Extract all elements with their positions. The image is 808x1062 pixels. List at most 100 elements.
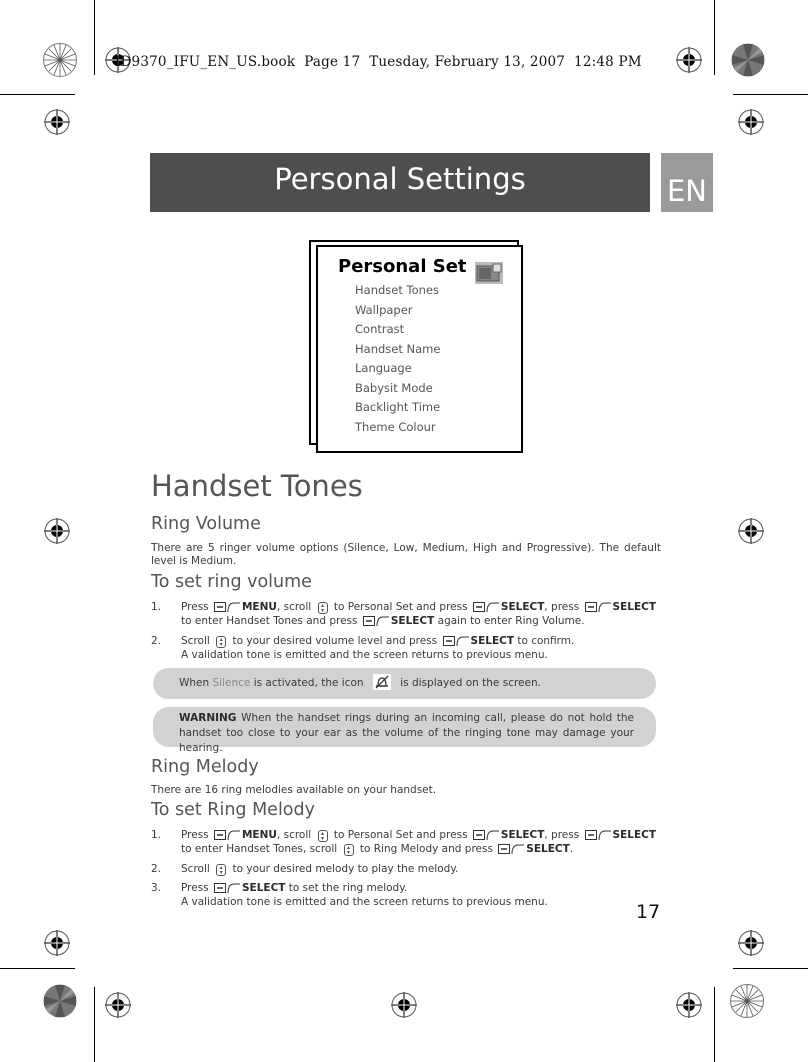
- crop-line: [0, 94, 75, 95]
- registration-mark-icon: [738, 518, 764, 544]
- registration-mark-icon: [738, 930, 764, 956]
- registration-mark-icon: [105, 992, 131, 1018]
- text: to your desired melody to play the melod…: [232, 863, 459, 875]
- text: , press: [544, 601, 580, 613]
- text: again to enter Ring Volume.: [437, 615, 585, 627]
- silence-bell-icon: [372, 674, 391, 690]
- ring-volume-heading: Ring Volume: [151, 514, 261, 534]
- text: When: [179, 677, 210, 689]
- menu-item-theme-colour: Theme Colour: [355, 419, 436, 434]
- text: to Personal Set and press: [333, 601, 468, 613]
- ring-melody-step: 2. Scroll ▴ ▾ to your desired melody to p…: [151, 862, 661, 878]
- color-target-icon: [731, 43, 765, 77]
- ring-volume-description: There are 5 ringer volume options (Silen…: [151, 542, 661, 567]
- step-text: Scroll ▴ ▾ to your desired melody to play…: [181, 862, 661, 876]
- ring-volume-step: 2. Scroll ▴ ▾ to your desired volume leve…: [151, 634, 661, 664]
- menu-list: Handset Tones Wallpaper Contrast Handset…: [355, 281, 440, 437]
- scroll-updown-icon: ▴ ▾: [317, 602, 328, 614]
- menu-item-contrast: Contrast: [355, 322, 405, 336]
- silence-highlight: Silence: [212, 677, 251, 689]
- crop-line: [733, 968, 808, 969]
- step-text: Scroll ▴ ▾ to your desired volume level a…: [181, 634, 661, 662]
- menu-screen: Personal Set Handset Tones Wallpaper Con…: [316, 245, 523, 453]
- crop-line: [714, 0, 715, 75]
- text: is displayed on the screen.: [400, 677, 541, 689]
- crop-line: [733, 94, 808, 95]
- registration-mark-icon: [44, 518, 70, 544]
- silence-note: When Silence is activated, the icon is d…: [153, 668, 656, 699]
- select-key-label: SELECT: [241, 882, 286, 894]
- menu-item-handset-tones: Handset Tones: [355, 283, 439, 297]
- crop-line: [94, 0, 95, 75]
- color-target-icon: [43, 984, 77, 1018]
- step-text: Press MENU, scroll ▴ ▾ to Personal Set an…: [181, 828, 661, 856]
- menu-item-babysit-mode: Babysit Mode: [355, 380, 433, 395]
- step-text: Press MENU, scroll ▴ ▾ to Personal Set an…: [181, 600, 661, 628]
- select-key-label: SELECT: [500, 829, 545, 841]
- select-key-label: SELECT: [470, 635, 514, 647]
- page-number: 17: [636, 901, 661, 923]
- left-softkey-icon: [472, 830, 499, 840]
- starburst-target-icon: [43, 43, 77, 77]
- select-key-label: SELECT: [390, 615, 435, 627]
- text: Press: [181, 882, 209, 894]
- text: Press: [181, 829, 209, 841]
- step-number: 1.: [151, 601, 162, 613]
- left-softkey-icon: [213, 602, 240, 612]
- scroll-updown-icon: ▴ ▾: [343, 844, 354, 856]
- step-number: 2.: [151, 863, 162, 875]
- text: to enter Handset Tones, scroll: [181, 843, 338, 855]
- left-softkey-icon: [362, 616, 389, 626]
- step-number: 2.: [151, 635, 162, 647]
- menu-key-label: MENU: [241, 829, 277, 841]
- registration-mark-icon: [44, 109, 70, 135]
- ring-volume-step: 1. Press MENU, scroll ▴ ▾ to Personal Set…: [151, 600, 661, 630]
- ring-melody-step: 3. Press SELECT to set the ring melody. …: [151, 881, 661, 911]
- left-softkey-icon: [472, 602, 499, 612]
- text: Scroll: [181, 635, 210, 647]
- step-number: 3.: [151, 882, 162, 894]
- text: to Ring Melody and press: [359, 843, 493, 855]
- text: to confirm.: [517, 635, 575, 647]
- scroll-updown-icon: ▴ ▾: [317, 830, 328, 842]
- text: to Personal Set and press: [333, 829, 468, 841]
- left-softkey-icon: [584, 830, 611, 840]
- text: , press: [544, 829, 580, 841]
- crop-line: [94, 987, 95, 1062]
- left-softkey-icon: [213, 830, 240, 840]
- text: Press: [181, 601, 209, 613]
- book-file-header: ID9370_IFU_EN_US.book Page 17 Tuesday, F…: [115, 54, 642, 70]
- text: to set the ring melody.: [288, 882, 408, 894]
- registration-mark-icon: [738, 109, 764, 135]
- section-title: Handset Tones: [151, 469, 363, 503]
- left-softkey-icon: [498, 844, 525, 854]
- personal-settings-icon: [475, 262, 503, 284]
- step-text: Press SELECT to set the ring melody. A v…: [181, 881, 661, 909]
- select-key-label: SELECT: [500, 601, 545, 613]
- text: Scroll: [181, 863, 210, 875]
- text: A validation tone is emitted and the scr…: [181, 649, 548, 661]
- registration-mark-icon: [676, 992, 702, 1018]
- menu-item-language: Language: [355, 361, 412, 375]
- select-key-label: SELECT: [612, 829, 657, 841]
- page-title: Personal Settings: [150, 153, 650, 212]
- language-tab: EN: [661, 153, 713, 212]
- text: A validation tone is emitted and the scr…: [181, 896, 548, 908]
- text: .: [569, 843, 574, 855]
- menu-item-backlight-time: Backlight Time: [355, 400, 441, 414]
- left-softkey-icon: [213, 883, 240, 893]
- starburst-target-icon: [730, 984, 764, 1018]
- warning-text: When the handset rings during an incomin…: [179, 712, 635, 754]
- scroll-updown-icon: ▴ ▾: [216, 636, 227, 648]
- text: , scroll: [276, 829, 312, 841]
- text: to your desired volume level and press: [232, 635, 438, 647]
- text: to enter Handset Tones and press: [181, 615, 358, 627]
- text: is activated, the icon: [253, 677, 364, 689]
- left-softkey-icon: [442, 636, 469, 646]
- menu-item-wallpaper: Wallpaper: [355, 302, 413, 317]
- menu-key-label: MENU: [241, 601, 277, 613]
- ring-melody-howto-heading: To set Ring Melody: [151, 800, 315, 820]
- warning-note: WARNING When the handset rings during an…: [153, 707, 656, 754]
- crop-line: [714, 987, 715, 1062]
- registration-mark-icon: [44, 930, 70, 956]
